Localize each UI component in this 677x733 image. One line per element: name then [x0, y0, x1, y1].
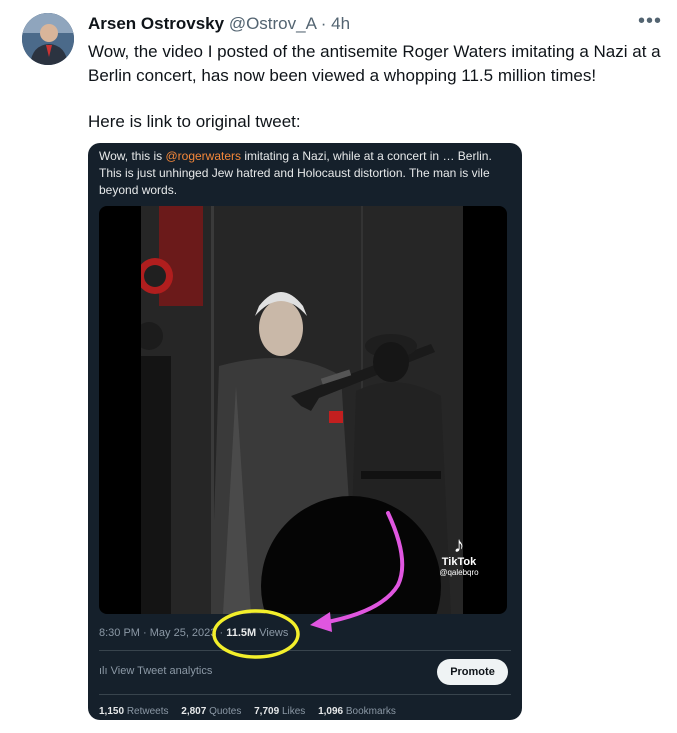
divider — [99, 650, 511, 651]
embedded-tweet-text: Wow, this is @rogerwaters imitating a Na… — [99, 148, 511, 199]
embedded-screenshot[interactable]: Wow, this is @rogerwaters imitating a Na… — [88, 143, 522, 720]
tweet-text-line1: Wow, the video I posted of the antisemit… — [88, 42, 661, 85]
views-count: 11.5M — [226, 627, 257, 639]
analytics-label: View Tweet analytics — [110, 665, 213, 677]
avatar[interactable] — [22, 13, 74, 65]
divider — [99, 694, 511, 695]
engagement-stats: 1,150 Retweets 2,807 Quotes 7,709 Likes … — [99, 706, 406, 717]
tiktok-logo-icon: ♪ — [453, 532, 465, 557]
quotes-stat[interactable]: 2,807 Quotes — [181, 706, 241, 717]
video-player[interactable]: ♪ TikTok @qalebqro — [99, 206, 507, 614]
tiktok-watermark: ♪ TikTok @qalebqro — [424, 532, 494, 578]
avatar-photo — [22, 13, 74, 65]
bookmarks-stat[interactable]: 1,096 Bookmarks — [318, 706, 396, 717]
tweet-text: Wow, the video I posted of the antisemit… — [88, 40, 663, 134]
view-analytics-link[interactable]: ılı View Tweet analytics — [99, 665, 212, 677]
bar-chart-icon: ılı — [99, 665, 108, 677]
more-horizontal-icon[interactable]: ••• — [638, 10, 662, 33]
views-separator: · — [219, 627, 224, 639]
promote-button[interactable]: Promote — [437, 659, 508, 685]
retweets-stat[interactable]: 1,150 Retweets — [99, 706, 169, 717]
tweet-time[interactable]: 4h — [331, 14, 350, 33]
embedded-text-start: Wow, this is — [99, 149, 166, 163]
tweet-header: Arsen Ostrovsky @Ostrov_A · 4h — [88, 14, 350, 34]
views-label: Views — [259, 627, 289, 639]
tweet-text-line2: Here is link to original tweet: — [88, 112, 301, 131]
embedded-timestamp[interactable]: 8:30 PM · May 25, 2023 — [99, 627, 216, 639]
tweet-meta: 8:30 PM · May 25, 2023 · 11.5M Views — [99, 627, 288, 639]
video-still — [141, 206, 463, 614]
tiktok-name: TikTok — [441, 556, 477, 568]
mention-link[interactable]: @rogerwaters — [165, 149, 241, 163]
author-handle[interactable]: @Ostrov_A — [229, 14, 316, 33]
tweet: Arsen Ostrovsky @Ostrov_A · 4h ••• Wow, … — [0, 0, 677, 733]
likes-stat[interactable]: 7,709 Likes — [254, 706, 305, 717]
video-frame — [141, 206, 463, 614]
tiktok-handle: @qalebqro — [439, 568, 479, 577]
author-name[interactable]: Arsen Ostrovsky — [88, 14, 224, 33]
separator-dot: · — [320, 14, 327, 33]
